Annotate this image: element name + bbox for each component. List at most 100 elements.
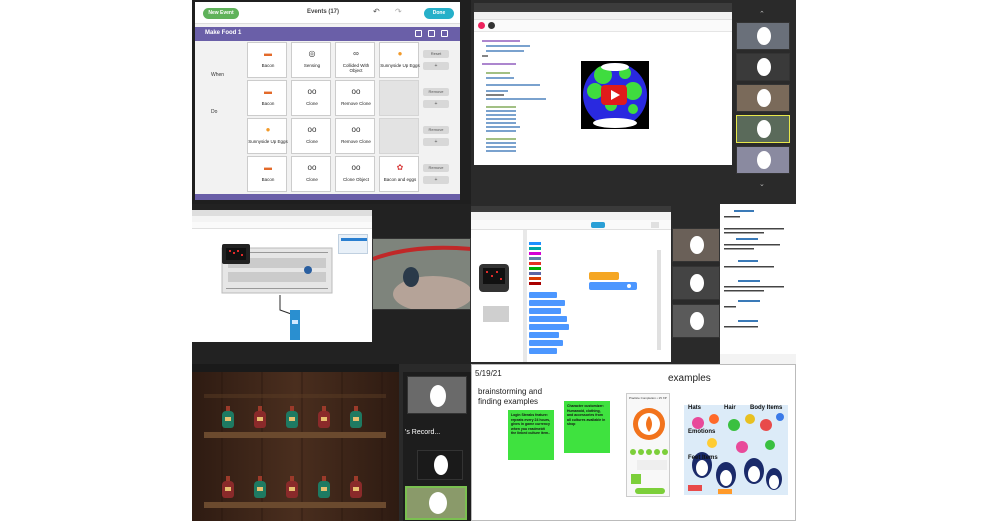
tile-icon: oo xyxy=(351,163,361,172)
potion-bottle[interactable] xyxy=(254,476,266,498)
tile-label: Sensing xyxy=(303,63,321,68)
potion-bottle[interactable] xyxy=(286,406,298,428)
events-editor-panel: New Event Events (17) ↶ ↷ Done Make Food… xyxy=(192,0,471,204)
scroll-up-icon[interactable]: ⌃ xyxy=(759,10,765,18)
row-add-button[interactable]: + xyxy=(423,176,449,184)
sticky-note-login-streaks[interactable]: Login Streaks feature: repeats every 24 … xyxy=(508,410,554,460)
body-items-label: Body Items xyxy=(750,405,783,411)
potion-bottle[interactable] xyxy=(222,406,234,428)
event-tile[interactable]: oo Clone xyxy=(291,156,331,192)
hats-label: Hats xyxy=(688,405,702,411)
window-titlebar xyxy=(192,364,399,372)
redo-icon[interactable]: ↷ xyxy=(395,7,402,16)
tile-label: Bacon xyxy=(261,63,275,68)
editor-toolbar xyxy=(474,20,732,32)
tile-label: Sunnyside Up Eggs xyxy=(380,63,420,68)
whiteboard-panel: 5/19/21 brainstorming and finding exampl… xyxy=(471,364,796,521)
webcam-tile-active xyxy=(405,486,467,520)
browser-url-bar[interactable] xyxy=(471,212,671,220)
tile-icon: ◎ xyxy=(308,49,316,58)
sticky-note-character-customizer[interactable]: Character customizer: Humanoid, clothing… xyxy=(564,401,610,453)
feet-items-label: Feet Items xyxy=(688,455,718,461)
undo-icon[interactable]: ↶ xyxy=(373,7,380,16)
whiteboard-date: 5/19/21 xyxy=(475,369,502,378)
empty-slot[interactable] xyxy=(379,80,419,116)
event-tile[interactable]: oo Clone Object xyxy=(335,156,375,192)
event-tile[interactable]: ∞ Collided With Object xyxy=(335,42,375,78)
event-tile[interactable]: oo Remove Clone xyxy=(335,118,375,154)
delete-icon[interactable] xyxy=(441,30,448,37)
next-section-header xyxy=(195,194,460,200)
tile-label: Remove Clone xyxy=(341,101,371,106)
tile-icon: ▬ xyxy=(264,163,272,172)
run-icon[interactable] xyxy=(478,22,485,29)
empty-slot[interactable] xyxy=(379,118,419,154)
browser-url-bar[interactable] xyxy=(474,12,732,20)
chat-panel xyxy=(720,204,796,364)
webcam-tile xyxy=(736,146,790,174)
tile-icon: ✿ xyxy=(396,163,404,172)
event-tile[interactable]: ● Sunnyside Up Eggs xyxy=(247,118,288,154)
event-section-title: Make Food 1 xyxy=(205,30,242,36)
scroll-down-icon[interactable]: ⌄ xyxy=(759,180,765,188)
components-panel[interactable] xyxy=(338,234,368,254)
row-add-button[interactable]: + xyxy=(423,62,449,70)
brainstorm-heading: brainstorming and finding examples xyxy=(478,387,543,406)
code-lines xyxy=(482,40,546,152)
done-button[interactable]: Done xyxy=(424,8,454,19)
event-tile[interactable]: ▬ Bacon xyxy=(247,80,287,116)
recording-name: 's Record... xyxy=(405,429,441,436)
tile-icon: ∞ xyxy=(353,49,359,58)
code-editor-video-panel: Recording xyxy=(471,0,796,204)
duplicate-icon[interactable] xyxy=(428,30,435,37)
streak-dots xyxy=(630,449,668,494)
potion-bottle[interactable] xyxy=(286,476,298,498)
tile-icon: ● xyxy=(397,49,403,58)
tile-label: Clone Object xyxy=(342,177,369,182)
tile-label: Bacon xyxy=(261,101,275,106)
tile-label: Collided With Object xyxy=(342,63,370,73)
new-event-button[interactable]: New Event xyxy=(203,8,239,19)
events-toolbar: New Event Events (17) ↶ ↷ Done xyxy=(195,2,460,24)
potion-bottle[interactable] xyxy=(350,476,362,498)
row-action-button[interactable]: Remove xyxy=(423,88,449,96)
row-action-button[interactable]: Remove xyxy=(423,126,449,134)
breadboard-panel xyxy=(192,204,471,364)
webcam-tile xyxy=(736,22,790,50)
event-tile[interactable]: ▬ Bacon xyxy=(247,156,287,192)
event-tile[interactable]: ▬ Bacon xyxy=(247,42,287,78)
tile-icon: oo xyxy=(307,125,317,134)
potion-bottle[interactable] xyxy=(254,406,266,428)
screenshot-collage: New Event Events (17) ↶ ↷ Done Make Food… xyxy=(0,0,992,521)
shared-screen xyxy=(474,3,732,165)
event-tile[interactable]: oo Remove Clone xyxy=(335,80,375,116)
event-tile[interactable]: ◎ Sensing xyxy=(291,42,331,78)
potion-bottle[interactable] xyxy=(222,476,234,498)
tile-label: Sunnyside Up Eggs xyxy=(248,139,288,144)
tile-label: Remove Clone xyxy=(341,139,371,144)
webcam-column: 's Record... xyxy=(403,372,471,521)
blocks-tab[interactable] xyxy=(591,222,605,228)
example-app-screenshot: Practice Completion • 15 XP xyxy=(626,393,670,497)
row-action-button[interactable]: Reset xyxy=(423,50,449,58)
potion-bottle[interactable] xyxy=(350,406,362,428)
row-add-button[interactable]: + xyxy=(423,100,449,108)
webcam-tile xyxy=(672,304,720,338)
row-action-button[interactable]: Remove xyxy=(423,164,449,172)
event-tile[interactable]: ✿ Bacon and eggs xyxy=(379,156,419,192)
webcam-strip xyxy=(736,22,790,177)
breadboard-diagram xyxy=(221,244,333,340)
row-add-button[interactable]: + xyxy=(423,138,449,146)
simulator-toolbar xyxy=(192,222,372,229)
settings-icon[interactable] xyxy=(651,222,659,228)
potion-bottle[interactable] xyxy=(318,476,330,498)
minimize-icon[interactable] xyxy=(415,30,422,37)
event-tile[interactable]: oo Clone xyxy=(291,80,331,116)
event-tile[interactable]: ● Sunnyside Up Eggs xyxy=(379,42,420,78)
webcam-tile xyxy=(672,266,720,300)
potion-bottle[interactable] xyxy=(318,406,330,428)
event-tile[interactable]: oo Clone xyxy=(291,118,331,154)
tile-icon: ● xyxy=(265,125,271,134)
event-section-header[interactable]: Make Food 1 xyxy=(195,27,460,41)
stop-icon[interactable] xyxy=(488,22,495,29)
